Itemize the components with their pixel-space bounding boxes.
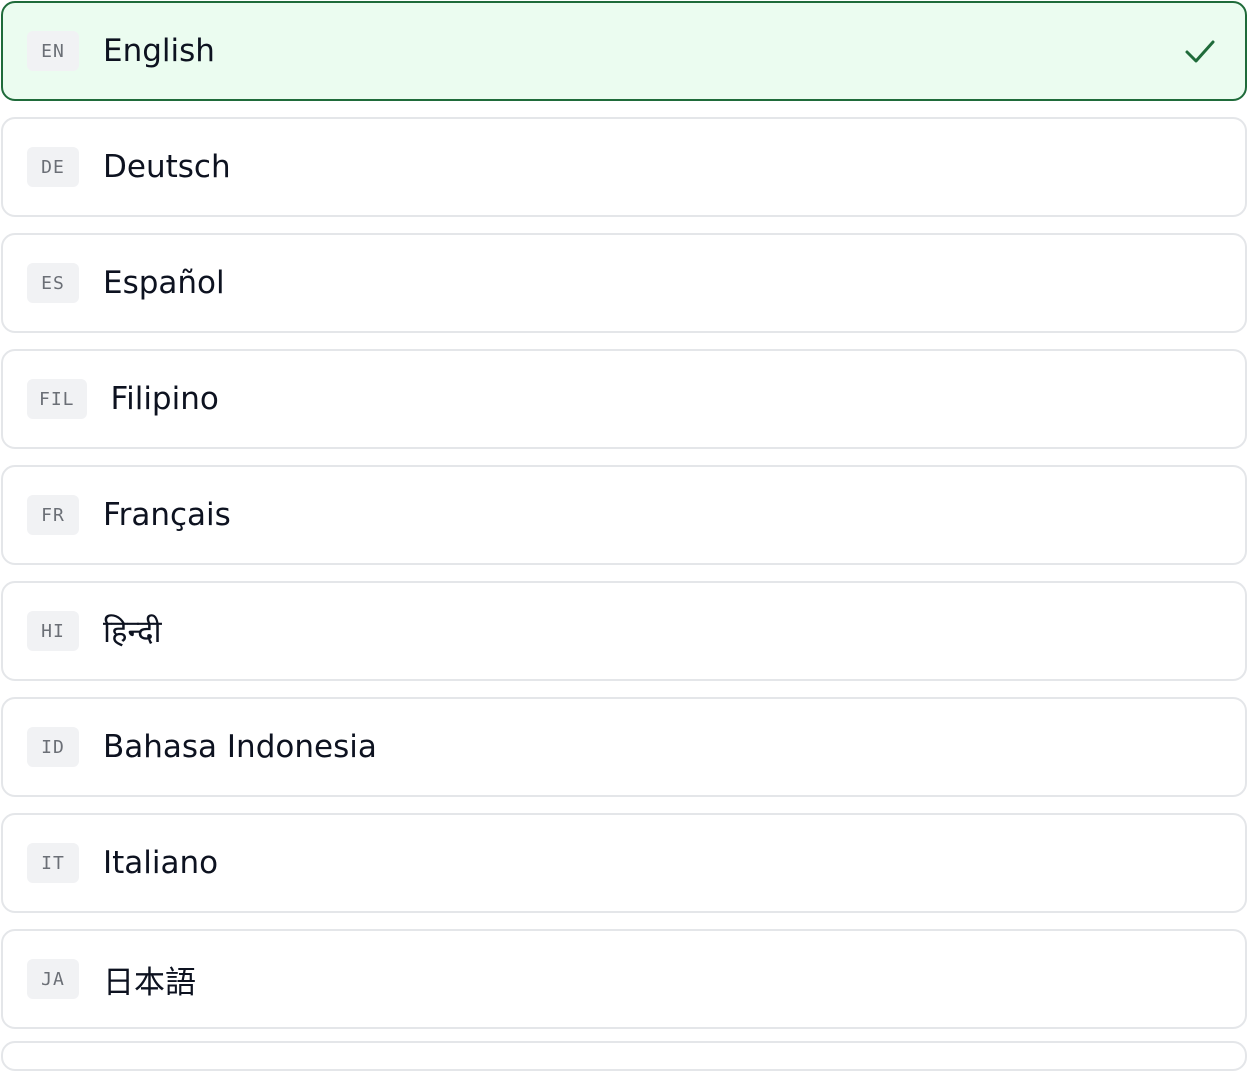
language-code-badge: EN: [27, 31, 79, 71]
language-label: Filipino: [110, 381, 219, 417]
language-option-hi[interactable]: HI हिन्दी: [1, 581, 1247, 681]
language-option-fil[interactable]: FIL Filipino: [1, 349, 1247, 449]
language-code-badge: DE: [27, 147, 79, 187]
language-code-badge: FIL: [27, 379, 87, 419]
language-code-badge: IT: [27, 843, 79, 883]
language-label: हिन्दी: [103, 614, 162, 650]
language-label: Français: [103, 497, 231, 533]
language-code-badge: ID: [27, 727, 79, 767]
language-code-badge: HI: [27, 611, 79, 651]
language-code-badge: FR: [27, 495, 79, 535]
language-option-partial[interactable]: [1, 1041, 1247, 1071]
language-label: Italiano: [103, 845, 219, 881]
language-code-badge: JA: [27, 959, 79, 999]
language-label: English: [103, 33, 215, 69]
language-label: Deutsch: [103, 149, 231, 185]
language-code-badge: ES: [27, 263, 79, 303]
language-option-it[interactable]: IT Italiano: [1, 813, 1247, 913]
language-option-ja[interactable]: JA 日本語: [1, 929, 1247, 1029]
language-option-en[interactable]: EN English: [1, 1, 1247, 101]
language-option-de[interactable]: DE Deutsch: [1, 117, 1247, 217]
language-option-fr[interactable]: FR Français: [1, 465, 1247, 565]
language-option-es[interactable]: ES Español: [1, 233, 1247, 333]
language-list: EN English DE Deutsch ES Español FIL Fil…: [0, 0, 1248, 1029]
language-option-id[interactable]: ID Bahasa Indonesia: [1, 697, 1247, 797]
check-icon: [1185, 40, 1215, 63]
language-label: Español: [103, 265, 225, 301]
language-label: 日本語: [103, 964, 196, 1001]
language-label: Bahasa Indonesia: [103, 729, 377, 765]
